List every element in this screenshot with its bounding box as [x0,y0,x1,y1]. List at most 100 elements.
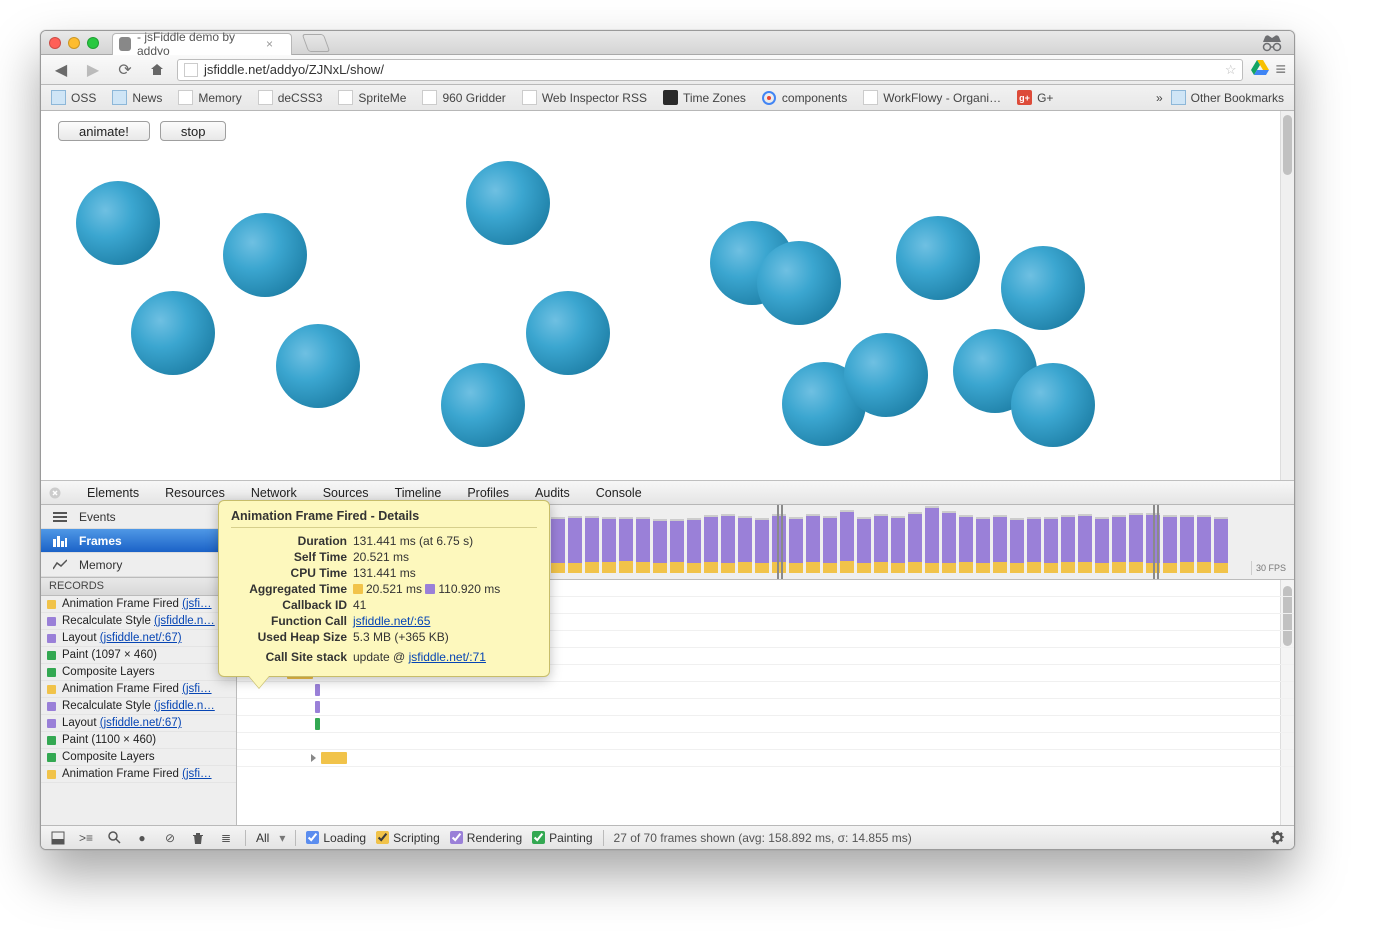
devtools-close-icon[interactable] [47,485,63,501]
record-row[interactable]: Layout (jsfiddle.net/:67) [41,630,236,647]
waterfall-bar[interactable] [315,718,320,730]
frame-bar[interactable] [636,517,650,573]
frame-bar[interactable] [1112,515,1126,573]
frame-bar[interactable] [908,512,922,573]
frame-bar[interactable] [823,516,837,573]
legend-scripting[interactable]: Scripting [376,831,440,845]
waterfall-row[interactable] [237,750,1294,767]
console-toggle-button[interactable]: >≡ [77,829,95,847]
minimize-window-button[interactable] [68,37,80,49]
reload-button[interactable]: ⟳ [113,58,137,82]
bookmark-item[interactable]: Web Inspector RSS [522,90,647,105]
forward-button[interactable]: ▶ [81,58,105,82]
gc-button[interactable] [189,829,207,847]
frame-bar[interactable] [1095,517,1109,573]
bookmark-item[interactable]: Time Zones [663,90,746,105]
frame-bar[interactable] [670,519,684,573]
back-button[interactable]: ◀ [49,58,73,82]
other-bookmarks[interactable]: Other Bookmarks [1171,90,1284,105]
record-row[interactable]: Composite Layers [41,664,236,681]
frame-bar[interactable] [1027,517,1041,573]
bookmark-item[interactable]: components [762,90,847,105]
frame-bar[interactable] [959,515,973,573]
dock-button[interactable] [49,829,67,847]
filter-dropdown-icon[interactable]: ▾ [279,831,285,845]
frame-bar[interactable] [1163,515,1177,573]
record-row[interactable]: Recalculate Style (jsfiddle.n… [41,613,236,630]
search-icon[interactable] [105,829,123,847]
timeline-view-memory[interactable]: Memory [41,553,236,577]
close-window-button[interactable] [49,37,61,49]
frame-bar[interactable] [551,517,565,573]
frame-bar[interactable] [1078,514,1092,573]
omnibox[interactable]: jsfiddle.net/addyo/ZJNxL/show/ ☆ [177,59,1243,81]
frame-bar[interactable] [1180,515,1194,573]
frame-bar[interactable] [619,517,633,573]
frame-bar[interactable] [1129,513,1143,573]
filter-label[interactable]: All [256,831,269,845]
devtools-tab-console[interactable]: Console [594,482,644,504]
overview-handle-right[interactable] [1153,505,1159,579]
frame-bar[interactable] [755,518,769,573]
animate-button[interactable]: animate! [58,121,150,141]
record-row[interactable]: Recalculate Style (jsfiddle.n… [41,698,236,715]
record-row[interactable]: Layout (jsfiddle.net/:67) [41,715,236,732]
frame-bar[interactable] [738,516,752,573]
frame-bar[interactable] [1044,517,1058,573]
new-tab-button[interactable] [302,34,331,52]
zoom-window-button[interactable] [87,37,99,49]
frame-bar[interactable] [1061,515,1075,573]
bookmark-item[interactable]: g+G+ [1017,90,1053,105]
tooltip-link[interactable]: jsfiddle.net/:65 [353,614,430,628]
frame-bar[interactable] [857,517,871,573]
frame-bar[interactable] [874,514,888,573]
home-button[interactable] [145,58,169,82]
overflow-chevron-icon[interactable]: » [1156,91,1163,105]
chrome-menu-icon[interactable]: ≡ [1275,59,1286,80]
bookmark-item[interactable]: News [112,90,162,105]
browser-tab[interactable]: - jsFiddle demo by addyo × [112,33,292,55]
bookmark-item[interactable]: deCSS3 [258,90,323,105]
record-button[interactable]: ● [133,829,151,847]
record-row[interactable]: Animation Frame Fired (jsfi… [41,766,236,783]
overview-handle-left[interactable] [777,505,783,579]
bookmark-item[interactable]: OSS [51,90,96,105]
drive-extension-icon[interactable] [1251,58,1269,81]
waterfall-row[interactable] [237,716,1294,733]
frame-bar[interactable] [789,517,803,573]
bookmark-item[interactable]: WorkFlowy - Organi… [863,90,1001,105]
waterfall-bar[interactable] [315,701,320,713]
timeline-view-frames[interactable]: Frames [41,529,236,553]
frame-bar[interactable] [704,515,718,573]
glue-button[interactable]: ≣ [217,829,235,847]
frame-bar[interactable] [891,516,905,573]
record-row[interactable]: Animation Frame Fired (jsfi… [41,596,236,613]
waterfall-row[interactable] [237,682,1294,699]
clear-button[interactable]: ⊘ [161,829,179,847]
waterfall-bar[interactable] [315,684,320,696]
callsite-link[interactable]: jsfiddle.net/:71 [409,650,486,664]
waterfall-row[interactable] [237,699,1294,716]
devtools-tab-resources[interactable]: Resources [163,482,227,504]
legend-checkbox[interactable] [450,831,463,844]
frame-bar[interactable] [1214,517,1228,573]
bookmark-item[interactable]: 960 Gridder [422,90,505,105]
frame-bar[interactable] [925,506,939,573]
legend-painting[interactable]: Painting [532,831,592,845]
frame-bar[interactable] [653,519,667,573]
record-row[interactable]: Composite Layers [41,749,236,766]
close-tab-icon[interactable]: × [266,37,273,51]
waterfall-bar[interactable] [321,752,347,764]
frame-bar[interactable] [568,516,582,573]
frame-bar[interactable] [721,514,735,573]
frame-bar[interactable] [1010,518,1024,573]
legend-checkbox[interactable] [376,831,389,844]
frame-bar[interactable] [840,510,854,573]
legend-checkbox[interactable] [532,831,545,844]
bookmark-item[interactable]: SpriteMe [338,90,406,105]
legend-rendering[interactable]: Rendering [450,831,522,845]
legend-checkbox[interactable] [306,831,319,844]
expand-triangle-icon[interactable] [311,754,316,762]
frame-bar[interactable] [1197,515,1211,573]
settings-gear-icon[interactable] [1268,829,1286,847]
